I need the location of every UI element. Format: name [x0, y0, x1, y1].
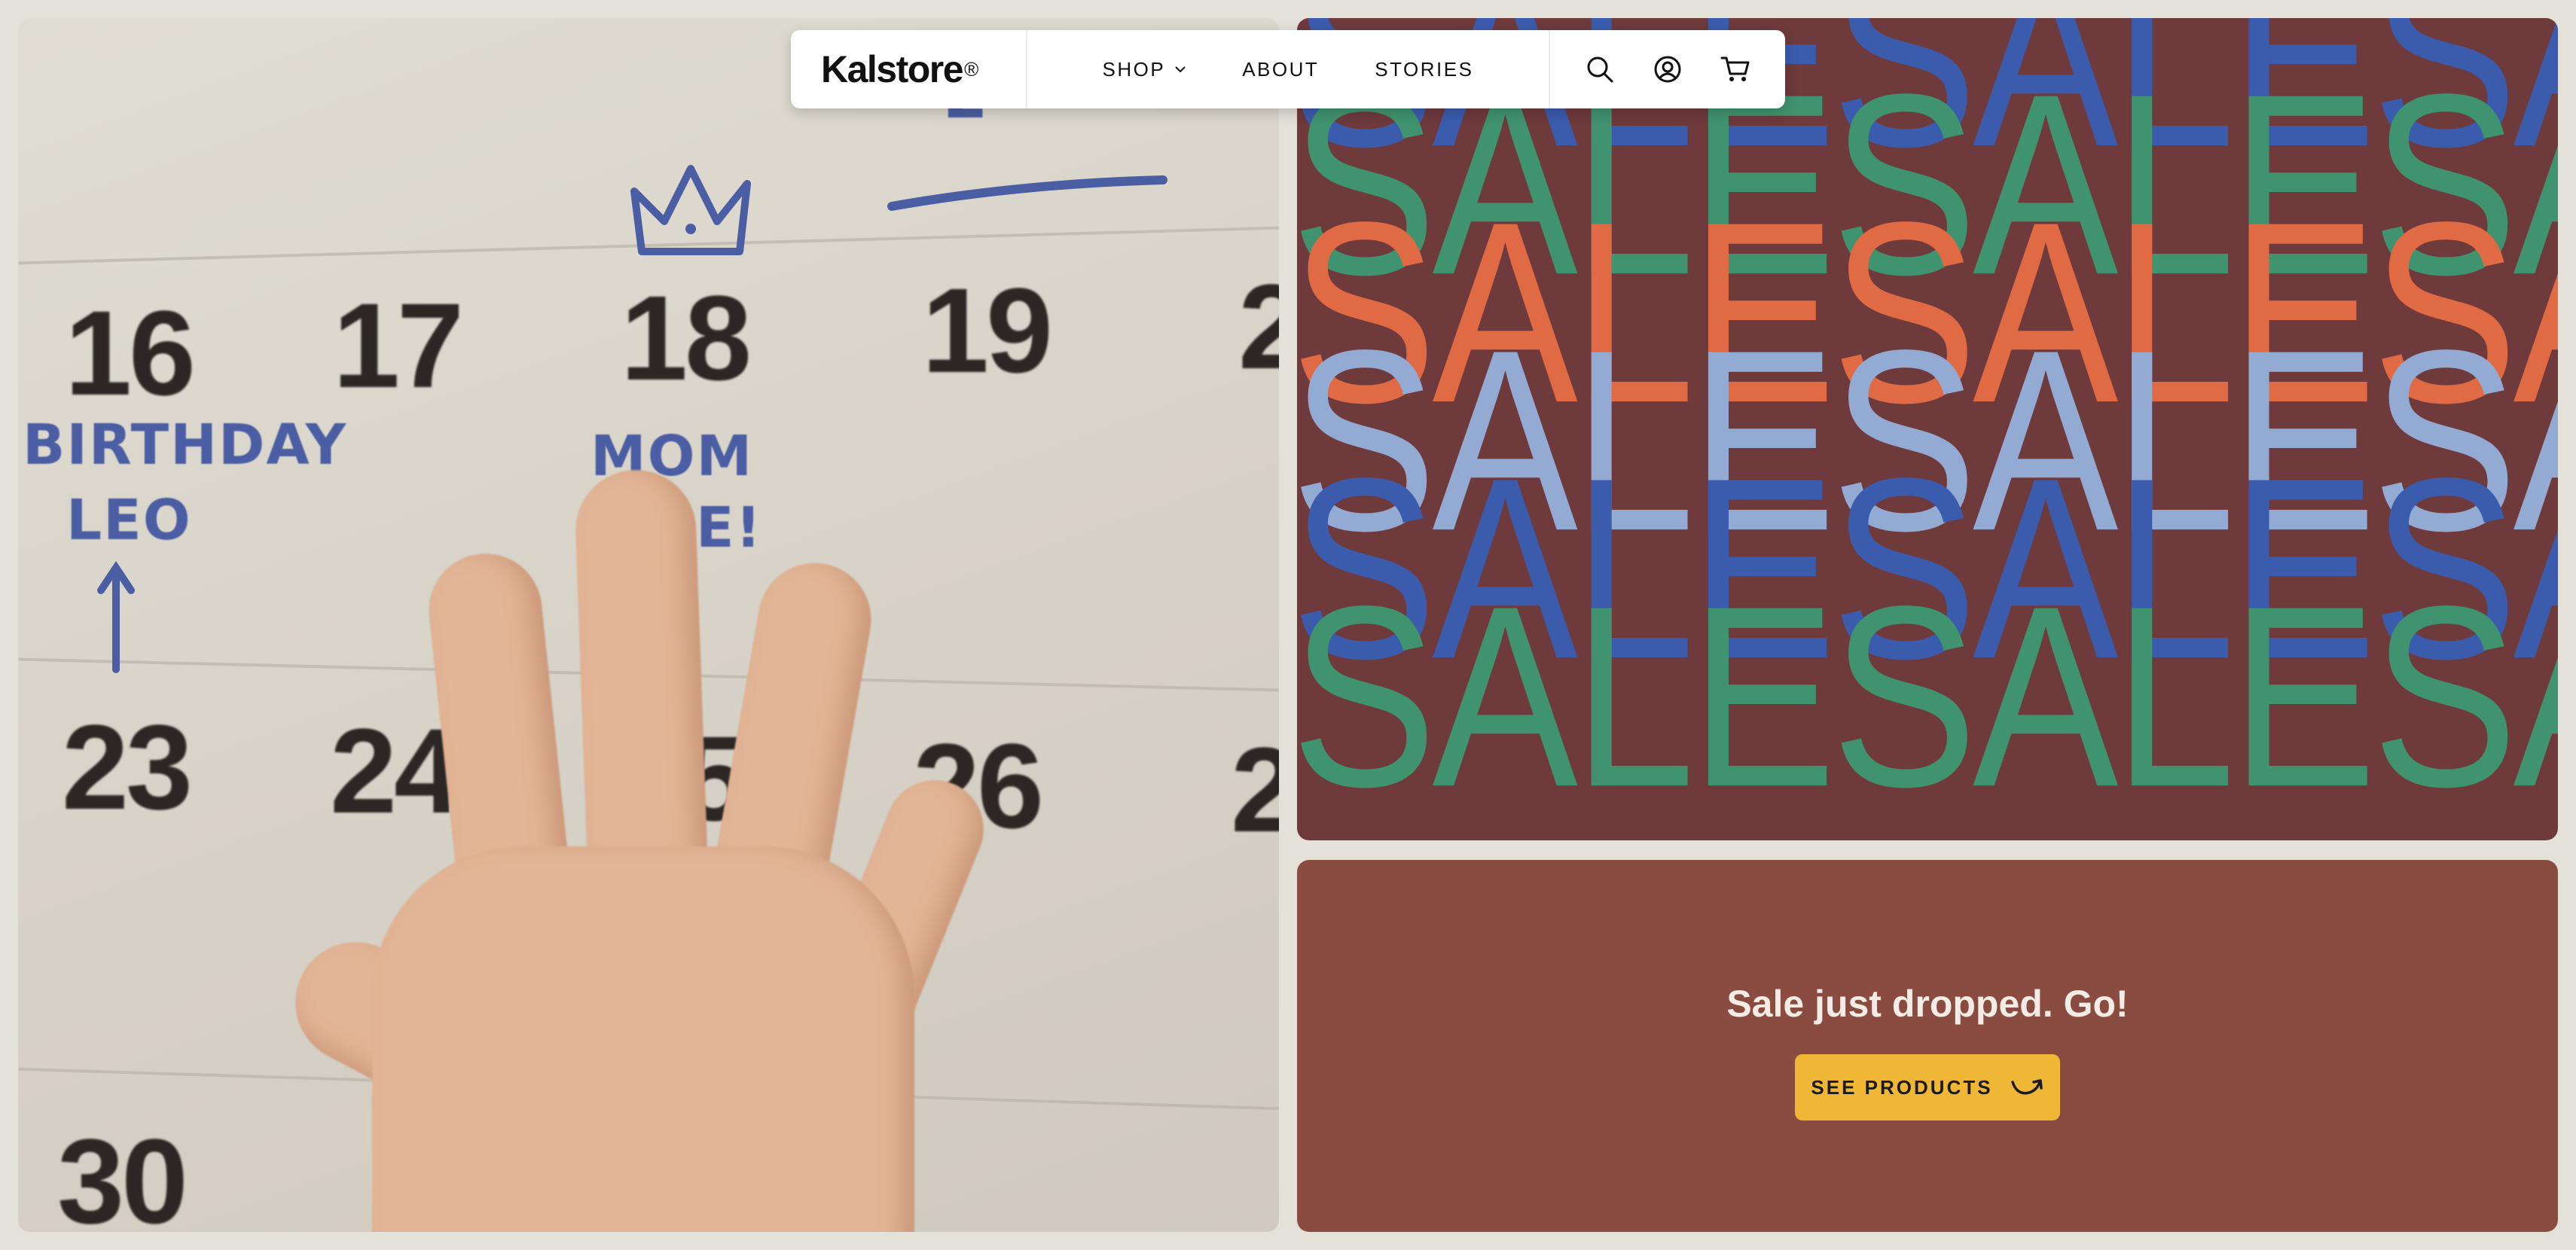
nav-item-label: ABOUT	[1242, 57, 1320, 81]
search-button[interactable]	[1584, 53, 1616, 85]
calendar-number: 2	[1238, 259, 1279, 394]
calendar-number: 24	[330, 703, 461, 838]
nav-item-label: STORIES	[1375, 57, 1474, 81]
site-header: Kalstore ® SHOP ABOUT STORIES	[791, 30, 1785, 108]
sale-banner[interactable]: SALESALESALESALESALESALESALESALESALESALE…	[1297, 18, 2558, 840]
sale-text-row: SALESALESALE	[1297, 552, 2558, 840]
nav-item-stories[interactable]: STORIES	[1375, 58, 1473, 81]
arrow-curve-icon	[2010, 1079, 2043, 1095]
handwriting: BIRTHDAY	[23, 413, 348, 477]
account-button[interactable]	[1652, 53, 1683, 85]
handwriting: LEO	[66, 488, 192, 553]
main-nav: SHOP ABOUT STORIES	[1027, 30, 1549, 108]
nav-item-about[interactable]: ABOUT	[1242, 58, 1319, 81]
crown-doodle	[630, 165, 751, 255]
calendar-number: 16	[65, 285, 196, 420]
calendar-number: 2	[1231, 722, 1279, 857]
search-icon	[1587, 56, 1613, 83]
calendar-number: 19	[922, 263, 1053, 398]
calendar-number: 18	[621, 270, 752, 405]
logo[interactable]: Kalstore ®	[791, 30, 1027, 108]
see-products-button[interactable]: SEE PRODUCTS	[1795, 1054, 2060, 1120]
arrow-doodle	[97, 560, 135, 673]
account-icon	[1654, 56, 1681, 83]
promo-panel: Sale just dropped. Go! SEE PRODUCTS	[1297, 860, 2558, 1232]
chevron-down-icon	[1175, 66, 1186, 73]
registered-mark: ®	[964, 57, 978, 81]
cart-icon	[1720, 56, 1750, 81]
nav-item-label: SHOP	[1102, 57, 1166, 81]
nav-item-shop[interactable]: SHOP	[1103, 58, 1187, 81]
promo-title: Sale just dropped. Go!	[1726, 983, 2129, 1025]
calendar-number: 23	[62, 700, 193, 834]
cart-button[interactable]	[1720, 53, 1751, 85]
handwriting: E!	[696, 495, 763, 560]
calendar-number: 17	[333, 278, 464, 413]
calendar-number: 30	[57, 1114, 188, 1233]
see-products-label: SEE PRODUCTS	[1811, 1075, 1993, 1099]
header-actions	[1549, 30, 1785, 108]
underline-doodle	[887, 175, 1167, 211]
logo-text: Kalstore	[821, 48, 964, 90]
palm	[372, 846, 914, 1232]
hero-photo: 2 16 17 18 19 2 BIRTHDAY LEO MOM E! 23 2…	[18, 18, 1279, 1232]
